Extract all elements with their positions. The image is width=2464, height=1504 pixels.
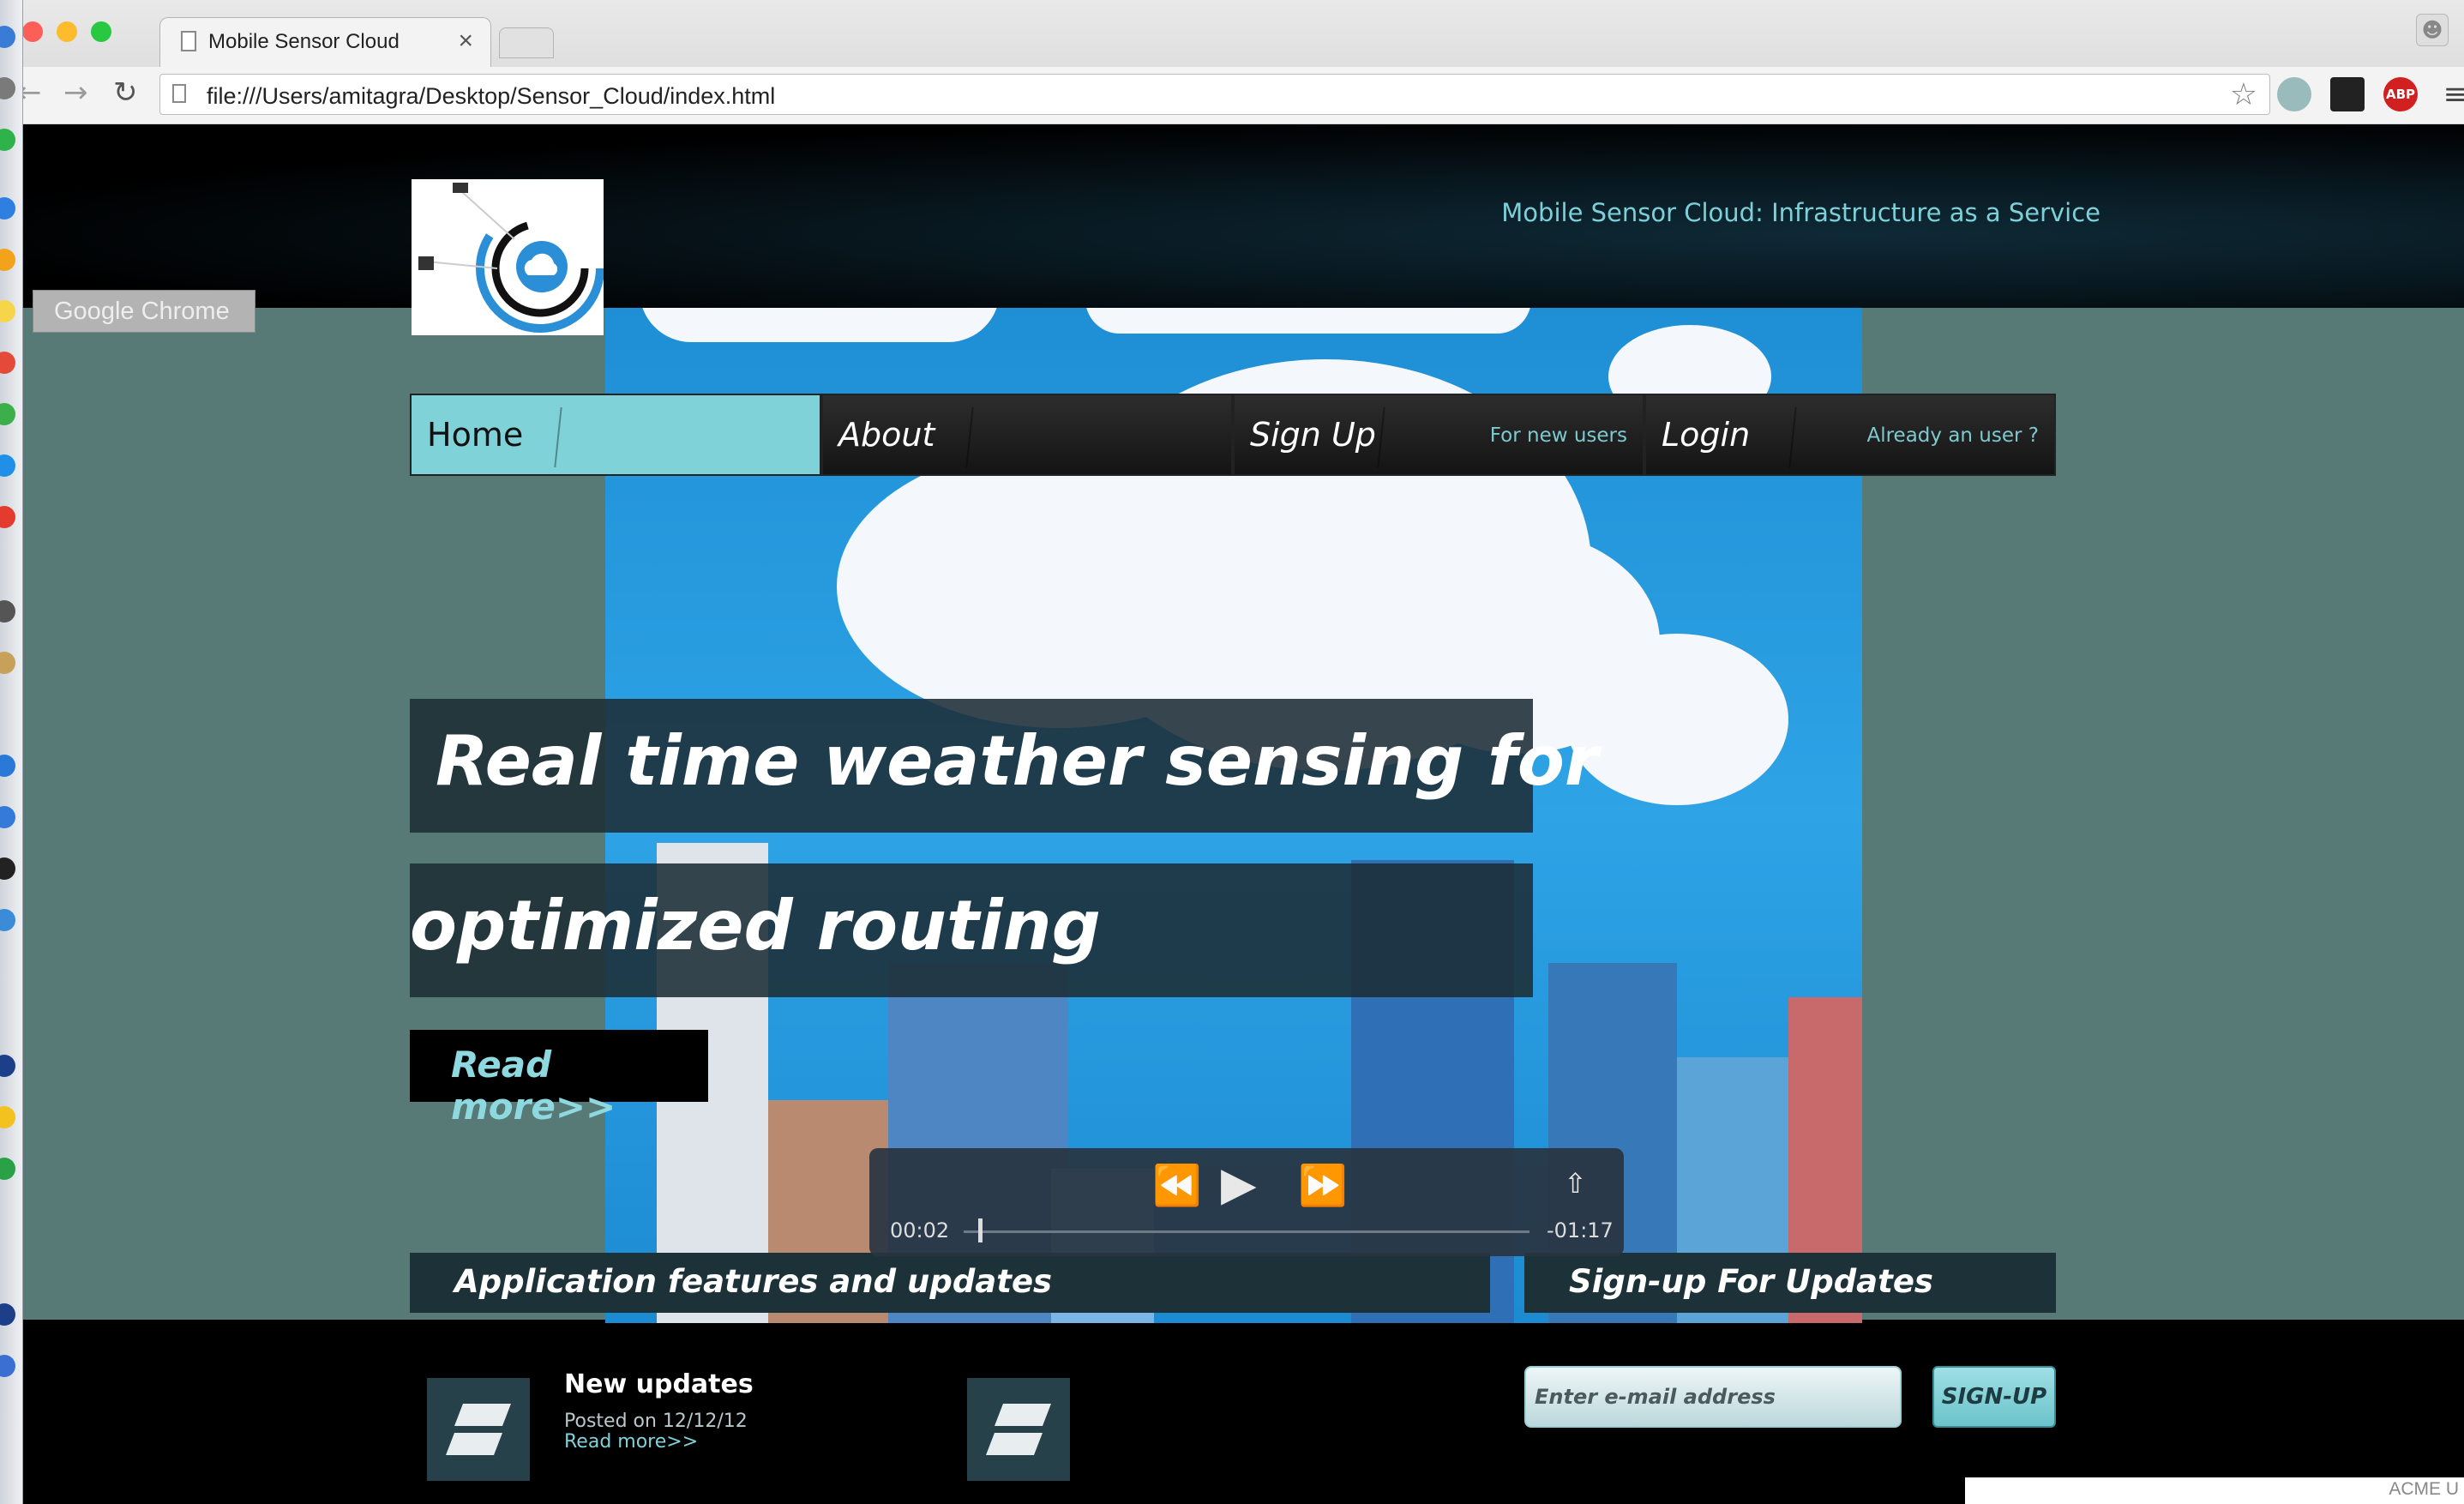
reload-icon[interactable]: ↻ — [113, 75, 138, 110]
nav-sublabel: For new users — [1489, 424, 1627, 447]
headline-line-1: Real time weather sensing for — [410, 699, 1598, 833]
update-date: Posted on 12/12/12 — [564, 1411, 748, 1432]
document-icon — [181, 31, 196, 51]
cloud-logo-icon — [418, 183, 604, 333]
dock-app-icon[interactable] — [0, 1055, 15, 1077]
hero-read-more-button[interactable]: Read more>> — [410, 1030, 708, 1128]
nav-label: Home — [427, 416, 524, 454]
dock-app-icon[interactable] — [0, 1355, 15, 1377]
dock-app-icon[interactable] — [0, 352, 15, 374]
dock-app-icon[interactable] — [0, 403, 15, 425]
fast-forward-icon[interactable]: ⏩ — [1298, 1162, 1347, 1209]
extension-glasses-icon[interactable] — [2330, 77, 2365, 111]
main-nav: Home About Sign Up For new users Login A… — [410, 394, 2056, 476]
status-text: ACME U — [2389, 1479, 2459, 1499]
dock-app-icon[interactable] — [0, 249, 15, 271]
dock-app-icon[interactable] — [0, 129, 15, 151]
headline-line-2: optimized routing — [410, 863, 1533, 997]
browser-toolbar: ← → ↻ file:///Users/amitagra/Desktop/Sen… — [17, 67, 2464, 123]
tab-title: Mobile Sensor Cloud — [208, 30, 400, 53]
app-tooltip: Google Chrome — [33, 290, 255, 333]
nav-divider — [965, 407, 974, 467]
nav-item-about[interactable]: About — [821, 394, 1233, 476]
browser-tab[interactable]: Mobile Sensor Cloud × — [159, 17, 491, 68]
dock-app-icon[interactable] — [0, 755, 15, 777]
update-icon — [967, 1378, 1070, 1481]
dock — [0, 0, 23, 1504]
nav-item-sign-up[interactable]: Sign Up For new users — [1233, 394, 1644, 476]
dock-app-icon[interactable] — [0, 454, 15, 477]
nav-label: About — [838, 416, 935, 454]
forward-arrow-icon[interactable]: → — [63, 75, 88, 110]
update-read-more-link[interactable]: Read more>> — [564, 1431, 698, 1453]
menu-icon[interactable]: ≡ — [2438, 77, 2464, 111]
page-icon — [172, 84, 186, 103]
dock-app-icon[interactable] — [0, 26, 15, 48]
dock-app-icon[interactable] — [0, 806, 15, 828]
update-icon — [427, 1378, 530, 1481]
video-scrubber[interactable] — [964, 1230, 1529, 1233]
adblock-icon[interactable]: ABP — [2383, 77, 2418, 111]
nav-label: Sign Up — [1250, 416, 1376, 454]
dock-app-icon[interactable] — [0, 857, 15, 880]
site-logo[interactable] — [412, 179, 604, 335]
site-tagline: Mobile Sensor Cloud: Infrastructure as a… — [1501, 198, 2100, 227]
share-icon[interactable]: ⇧ — [1564, 1167, 1587, 1200]
nav-item-login[interactable]: Login Already an user ? — [1644, 394, 2056, 476]
nav-divider — [1788, 407, 1797, 467]
dock-app-icon[interactable] — [0, 909, 15, 931]
email-field[interactable] — [1524, 1366, 1902, 1428]
signup-heading: Sign-up For Updates — [1524, 1253, 2056, 1313]
profile-icon[interactable]: ☻ — [2416, 14, 2449, 46]
web-page: Google Chrome Mobile Sensor Cloud: Infra… — [22, 124, 2464, 1504]
nav-divider — [554, 407, 562, 467]
dock-app-icon[interactable] — [0, 600, 15, 623]
scrubber-handle[interactable] — [977, 1218, 983, 1242]
play-icon[interactable]: ▶ — [1221, 1157, 1257, 1211]
nav-sublabel: Already an user ? — [1866, 424, 2039, 447]
elapsed-time: 00:02 — [890, 1218, 950, 1242]
dock-app-icon[interactable] — [0, 300, 15, 322]
signup-button[interactable]: SIGN-UP — [1932, 1366, 2056, 1428]
url-text[interactable]: file:///Users/amitagra/Desktop/Sensor_Cl… — [207, 83, 775, 110]
zoom-window-button[interactable] — [91, 21, 111, 42]
dock-app-icon[interactable] — [0, 197, 15, 220]
nav-divider — [1377, 407, 1385, 467]
dock-app-icon[interactable] — [0, 652, 15, 674]
headline-text: Real time weather sensing for — [436, 721, 1599, 801]
features-heading: Application features and updates — [410, 1253, 1490, 1313]
nav-item-home[interactable]: Home — [410, 394, 821, 476]
bookmark-star-icon[interactable]: ☆ — [2230, 77, 2257, 112]
tooltip-text: Google Chrome — [54, 298, 230, 325]
tab-close-icon[interactable]: × — [458, 27, 473, 56]
dock-app-icon[interactable] — [0, 1303, 15, 1326]
dock-app-icon[interactable] — [0, 77, 15, 99]
update-title: New updates — [564, 1369, 754, 1399]
dock-app-icon[interactable] — [0, 1106, 15, 1128]
extension-puzzle-icon[interactable] — [2277, 77, 2311, 111]
signup-heading-text: Sign-up For Updates — [1569, 1263, 1933, 1300]
close-window-button[interactable] — [22, 21, 43, 42]
rewind-icon[interactable]: ⏪ — [1152, 1162, 1201, 1209]
status-bar: ACME U — [1965, 1477, 2464, 1504]
features-heading-text: Application features and updates — [454, 1263, 1053, 1300]
headline-text: optimized routing — [410, 886, 1101, 966]
read-more-label: Read more>> — [451, 1044, 616, 1128]
video-controls: ⏪ ▶ ⏩ ⇧ 00:02 -01:17 — [869, 1148, 1624, 1256]
new-tab-button[interactable] — [499, 27, 554, 58]
minimize-window-button[interactable] — [57, 21, 77, 42]
nav-label: Login — [1662, 416, 1751, 454]
dock-app-icon[interactable] — [0, 1158, 15, 1180]
dock-app-icon[interactable] — [0, 506, 15, 528]
address-bar[interactable]: file:///Users/amitagra/Desktop/Sensor_Cl… — [159, 74, 2270, 115]
remaining-time: -01:17 — [1547, 1218, 1614, 1242]
